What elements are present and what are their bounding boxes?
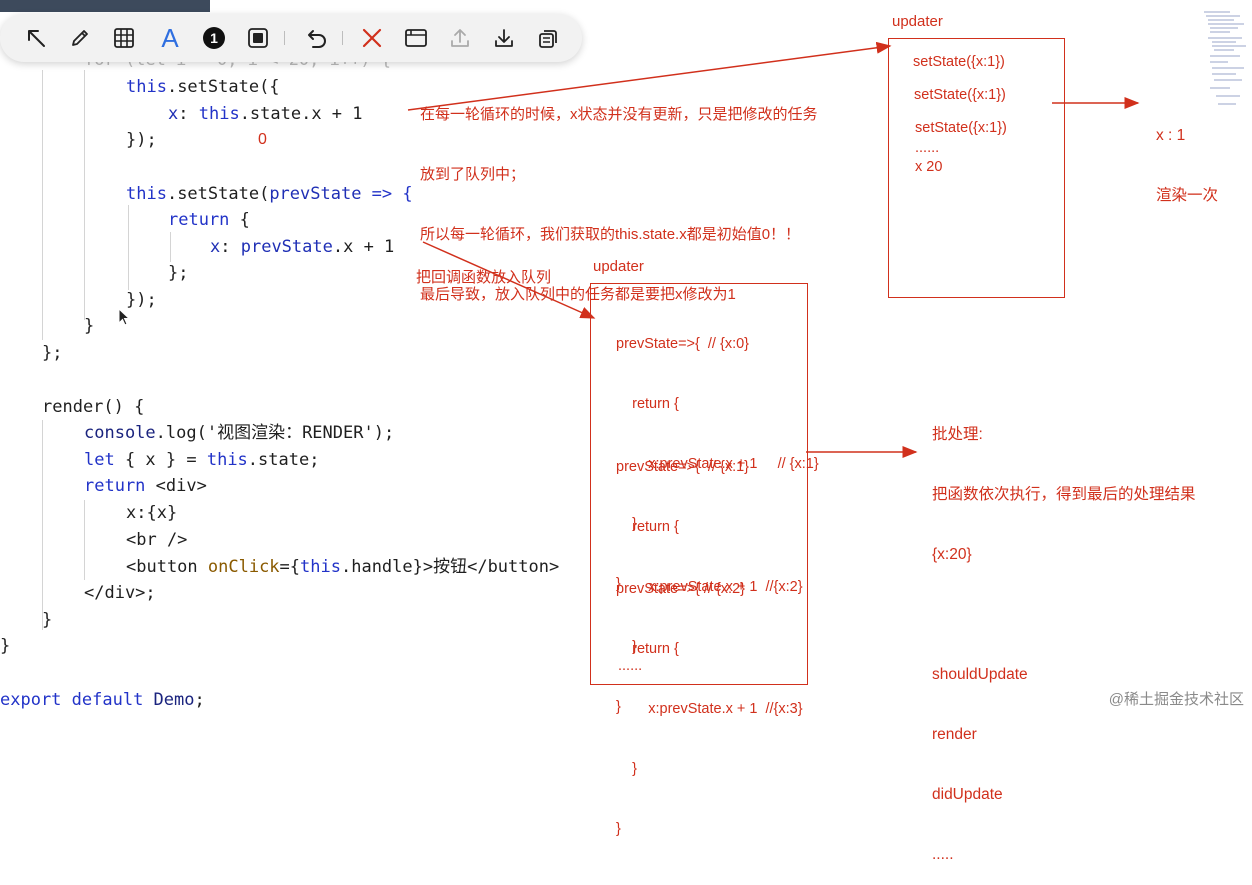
close-icon <box>362 28 382 48</box>
download-button[interactable] <box>488 22 520 54</box>
select-arrow-icon <box>28 30 45 47</box>
updater2-more: ...... <box>618 658 643 674</box>
updater1-item: x 20 <box>915 159 943 175</box>
batch-note: 批处理: 把函数依次执行，得到最后的处理结果 {x:20} shouldUpda… <box>932 426 1196 863</box>
updater1-title: updater <box>892 13 943 30</box>
upload-icon <box>451 29 469 47</box>
number-tool-button[interactable]: 1 <box>198 22 230 54</box>
select-tool-button[interactable] <box>20 22 52 54</box>
updater1-item: setState({x:1}) <box>915 120 1007 136</box>
toolbar-divider <box>284 31 285 45</box>
updater1-item: setState({x:1}) <box>913 54 1005 70</box>
frame-tool-button[interactable] <box>242 22 274 54</box>
undo-button[interactable] <box>300 22 332 54</box>
toolbar-divider <box>342 31 343 45</box>
undo-icon <box>308 30 326 48</box>
window-icon <box>405 29 427 47</box>
pen-tool-button[interactable] <box>64 22 96 54</box>
copy-icon <box>539 30 557 48</box>
updater1-item: setState({x:1}) <box>914 87 1006 103</box>
updater2-title: updater <box>593 258 644 275</box>
text-tool-button[interactable]: A <box>154 22 186 54</box>
upload-button[interactable] <box>444 22 476 54</box>
frame-icon <box>248 28 268 48</box>
annotation-toolbar: A 1 <box>0 14 582 62</box>
cancel-button[interactable] <box>356 22 388 54</box>
grid-icon <box>114 28 134 48</box>
updater1-item: ...... <box>915 140 940 156</box>
grid-tool-button[interactable] <box>108 22 140 54</box>
copy-button[interactable] <box>532 22 564 54</box>
number-badge-icon: 1 <box>203 27 225 49</box>
pen-icon <box>72 30 88 46</box>
download-icon <box>495 29 513 47</box>
watermark: @稀土掘金技术社区 <box>1108 691 1244 708</box>
code-minimap[interactable] <box>1200 8 1252 128</box>
note-callback-queue: 把回调函数放入队列 <box>416 269 552 286</box>
window-button[interactable] <box>400 22 432 54</box>
text-icon: A <box>161 22 179 53</box>
updater2-block: prevState=>{ // {x:2} return { x:prevSta… <box>616 581 803 837</box>
